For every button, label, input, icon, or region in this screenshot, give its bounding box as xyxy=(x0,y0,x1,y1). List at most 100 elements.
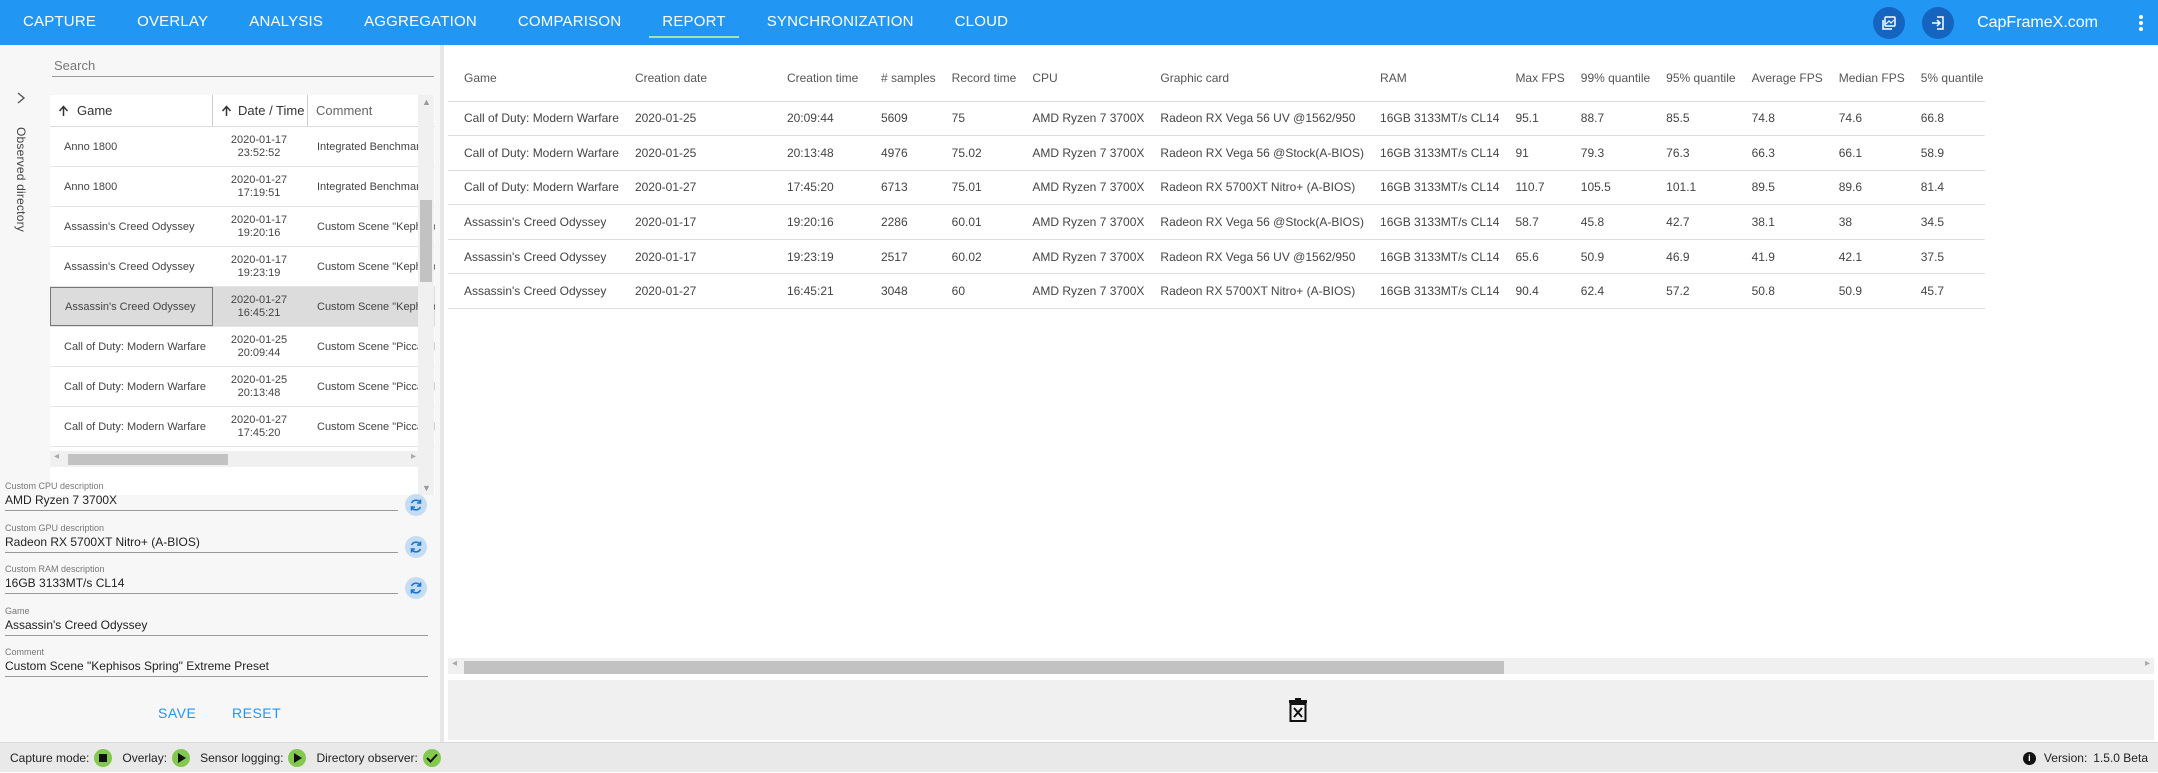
directory-observer-indicator[interactable] xyxy=(422,748,441,767)
scroll-left-arrow-icon[interactable]: ◂ xyxy=(54,451,59,462)
report-row[interactable]: Call of Duty: Modern Warfare 2020-01-27 17… xyxy=(448,170,1985,206)
report-column-header[interactable]: Creation date xyxy=(618,55,771,102)
report-column-header[interactable]: Creation time xyxy=(770,55,865,102)
report-row[interactable]: Assassin's Creed Odyssey 2020-01-17 19:20:… xyxy=(448,204,1985,240)
report-cell: 60 xyxy=(935,273,1017,310)
nav-synchronization[interactable]: SYNCHRONIZATION xyxy=(754,0,927,45)
report-column-header[interactable]: 95% quantile xyxy=(1650,55,1736,102)
report-cell: 4976 xyxy=(864,135,936,171)
sensor-logging-label: Sensor logging: xyxy=(200,750,284,765)
scroll-thumb[interactable] xyxy=(464,661,1504,674)
report-column-header[interactable]: 99% quantile xyxy=(1564,55,1651,102)
report-cell: Radeon RX Vega 56 @Stock(A-BIOS) xyxy=(1144,204,1365,240)
nav-capture[interactable]: CAPTURE xyxy=(10,0,109,45)
record-row[interactable]: Call of Duty: Modern Warfare 2020-01-27 17… xyxy=(50,407,435,447)
column-header-game[interactable]: Game xyxy=(50,95,213,126)
observed-directory-tab[interactable]: Observed directory xyxy=(0,55,47,515)
reset-button[interactable]: RESET xyxy=(232,705,281,721)
save-button[interactable]: SAVE xyxy=(158,705,196,721)
report-column-header[interactable]: # samples xyxy=(864,55,936,102)
comment-field[interactable]: Comment Custom Scene "Kephisos Spring" E… xyxy=(5,647,428,677)
scroll-down-arrow-icon[interactable]: ▼ xyxy=(422,483,431,493)
report-row[interactable]: Assassin's Creed Odyssey 2020-01-27 16:45:… xyxy=(448,273,1985,310)
record-date: 2020-01-17 xyxy=(230,213,288,226)
report-cell: 19:23:19 xyxy=(770,239,865,275)
report-horizontal-scrollbar[interactable]: ◂ ▸ xyxy=(448,658,2154,674)
record-rows: Anno 1800 2020-01-17 23:52:52 Integrated Be… xyxy=(50,127,435,447)
nav-overlay[interactable]: OVERLAY xyxy=(124,0,221,45)
column-header-comment[interactable]: Comment xyxy=(308,95,435,126)
report-row[interactable]: Call of Duty: Modern Warfare 2020-01-25 20… xyxy=(448,101,1985,137)
game-input[interactable]: Assassin's Creed Odyssey xyxy=(5,616,428,636)
cpu-description-label: Custom CPU description xyxy=(5,481,104,491)
scroll-right-arrow-icon[interactable]: ▸ xyxy=(411,451,416,462)
report-column-header[interactable]: Game xyxy=(448,55,619,102)
scroll-up-arrow-icon[interactable]: ▲ xyxy=(422,97,431,107)
report-column-header[interactable]: Max FPS xyxy=(1499,55,1565,102)
report-column-header[interactable]: RAM xyxy=(1364,55,1500,102)
record-time: 20:09:44 xyxy=(237,346,281,359)
record-row[interactable]: Anno 1800 2020-01-27 17:19:51 Integrated Be… xyxy=(50,167,435,207)
search-input[interactable]: Search xyxy=(52,55,434,77)
comment-input[interactable]: Custom Scene "Kephisos Spring" Extreme P… xyxy=(5,657,428,677)
cpu-description-input[interactable]: AMD Ryzen 7 3700X xyxy=(5,491,398,511)
report-cell: 66.8 xyxy=(1904,101,1985,137)
report-cell: 76.3 xyxy=(1650,135,1736,171)
gpu-description-input[interactable]: Radeon RX 5700XT Nitro+ (A-BIOS) xyxy=(5,533,398,553)
scroll-thumb[interactable] xyxy=(420,200,432,282)
nav-cloud[interactable]: CLOUD xyxy=(942,0,1022,45)
info-icon[interactable]: i xyxy=(2022,751,2036,765)
more-menu-button[interactable] xyxy=(2124,0,2158,45)
panel-splitter[interactable] xyxy=(440,45,444,742)
record-row[interactable]: Call of Duty: Modern Warfare 2020-01-25 20… xyxy=(50,327,435,367)
scroll-left-arrow-icon[interactable]: ◂ xyxy=(452,658,457,669)
ram-refresh-button[interactable] xyxy=(405,577,427,599)
record-list-vertical-scrollbar[interactable]: ▲ ▼ xyxy=(418,95,434,495)
record-row[interactable]: Assassin's Creed Odyssey 2020-01-27 16:45:… xyxy=(50,287,435,327)
gpu-description-field[interactable]: Custom GPU description Radeon RX 5700XT … xyxy=(5,523,398,553)
login-button[interactable] xyxy=(1922,6,1955,39)
report-cell: 105.5 xyxy=(1564,170,1651,206)
nav-analysis[interactable]: ANALYSIS xyxy=(236,0,336,45)
nav-report[interactable]: REPORT xyxy=(649,0,740,45)
overlay-indicator[interactable] xyxy=(172,748,191,767)
report-cell: 75.02 xyxy=(935,135,1017,171)
report-column-header[interactable]: CPU xyxy=(1016,55,1145,102)
delete-records-button[interactable] xyxy=(1288,698,1308,727)
record-list-horizontal-scrollbar[interactable]: ◂ ▸ xyxy=(50,451,420,467)
report-column-header[interactable]: Average FPS xyxy=(1735,55,1823,102)
report-column-header[interactable]: Graphic card xyxy=(1144,55,1365,102)
cpu-description-field[interactable]: Custom CPU description AMD Ryzen 7 3700X xyxy=(5,481,398,511)
capture-mode-indicator[interactable] xyxy=(94,748,113,767)
record-row[interactable]: Assassin's Creed Odyssey 2020-01-17 19:20:… xyxy=(50,207,435,247)
nav-aggregation[interactable]: AGGREGATION xyxy=(351,0,490,45)
report-cell: Assassin's Creed Odyssey xyxy=(448,273,619,310)
ram-description-input[interactable]: 16GB 3133MT/s CL14 xyxy=(5,574,398,594)
report-cell: AMD Ryzen 7 3700X xyxy=(1016,239,1145,275)
record-row[interactable]: Assassin's Creed Odyssey 2020-01-17 19:23:… xyxy=(50,247,435,287)
report-column-header[interactable]: 5% quantile xyxy=(1904,55,1985,102)
nav-comparison[interactable]: COMPARISON xyxy=(505,0,634,45)
cpu-refresh-button[interactable] xyxy=(405,494,427,516)
record-time: 17:45:20 xyxy=(237,426,281,439)
column-header-datetime[interactable]: Date / Time xyxy=(213,95,308,126)
report-cell: 50.9 xyxy=(1822,273,1905,310)
play-icon xyxy=(177,752,186,763)
report-table-header: Game Creation date Creation time # samples R… xyxy=(448,55,1985,102)
brand-link[interactable]: CapFrameX.com xyxy=(1977,14,2098,32)
ram-description-field[interactable]: Custom RAM description 16GB 3133MT/s CL1… xyxy=(5,564,398,594)
record-datetime: 2020-01-17 23:52:52 xyxy=(213,127,305,166)
scroll-thumb[interactable] xyxy=(68,454,228,465)
report-column-header[interactable]: Record time xyxy=(935,55,1017,102)
report-column-header[interactable]: Median FPS xyxy=(1822,55,1905,102)
gpu-refresh-button[interactable] xyxy=(405,536,427,558)
game-field[interactable]: Game Assassin's Creed Odyssey xyxy=(5,606,428,636)
report-row[interactable]: Call of Duty: Modern Warfare 2020-01-25 20… xyxy=(448,135,1985,171)
scroll-right-arrow-icon[interactable]: ▸ xyxy=(2145,658,2150,669)
report-cell: 66.1 xyxy=(1822,135,1905,171)
sensor-logging-indicator[interactable] xyxy=(288,748,307,767)
report-row[interactable]: Assassin's Creed Odyssey 2020-01-17 19:23:… xyxy=(448,239,1985,275)
record-row[interactable]: Call of Duty: Modern Warfare 2020-01-25 20… xyxy=(50,367,435,407)
record-row[interactable]: Anno 1800 2020-01-17 23:52:52 Integrated Be… xyxy=(50,127,435,167)
screenshot-button[interactable] xyxy=(1873,6,1906,39)
